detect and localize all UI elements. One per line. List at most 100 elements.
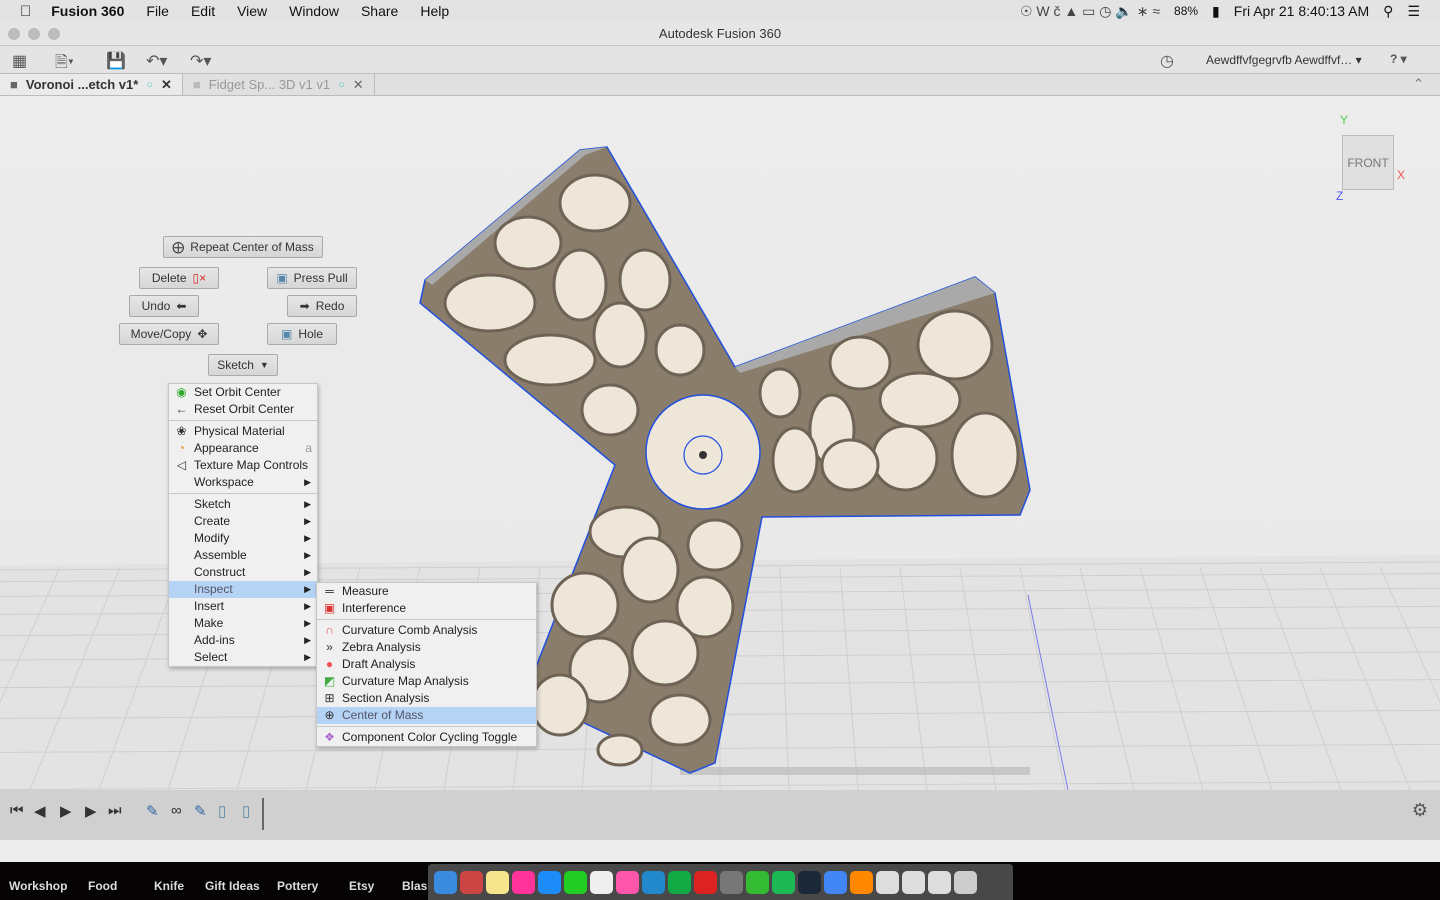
menu-window[interactable]: Window [289,3,339,19]
timeline-extrude-feature-icon[interactable]: ▯ [242,802,250,820]
view-cube[interactable]: FRONT [1342,135,1394,190]
dock-facetime-icon[interactable] [564,870,587,894]
apple-icon[interactable]:  [20,3,31,20]
menu-item-curvature-map-analysis[interactable]: ◩ Curvature Map Analysis [317,673,536,690]
redo-button[interactable]: ➡ Redo [287,295,357,317]
zoom-window-button[interactable] [48,28,60,40]
menu-item-draft-analysis[interactable]: ● Draft Analysis [317,656,536,673]
timeline-link-feature-icon[interactable]: ∞ [171,802,182,819]
menu-item-construct[interactable]: Construct ▶ [169,564,317,581]
help-menu[interactable]: ? ▾ [1390,52,1407,66]
minimize-window-button[interactable] [28,28,40,40]
redo-icon[interactable]: ↷▾ [190,51,211,71]
dock-word-icon[interactable] [642,870,665,894]
dock-app-store-icon[interactable] [538,870,561,894]
dock-trash-icon[interactable] [954,870,977,894]
bookmark-gift-ideas[interactable]: Gift Ideas [205,879,260,893]
menu-item-set-orbit-center[interactable]: ◉ Set Orbit Center [169,384,317,401]
menu-app[interactable]: Fusion 360 [51,3,124,19]
menu-item-make[interactable]: Make ▶ [169,615,317,632]
menu-item-add-ins[interactable]: Add-ins ▶ [169,632,317,649]
repeat-center-of-mass-button[interactable]: ⨁ Repeat Center of Mass [163,236,323,258]
status-icons[interactable]: ☉ W č ▲ ▭ ◷ 🔈 ∗ ≈ [1020,3,1160,20]
menu-share[interactable]: Share [361,3,398,19]
bookmark-pottery[interactable]: Pottery [277,879,318,893]
menu-item-modify[interactable]: Modify ▶ [169,530,317,547]
dock-system-preferences-icon[interactable] [720,870,743,894]
menu-item-physical-material[interactable]: ❀ Physical Material [169,423,317,440]
go-to-end-icon[interactable]: ⏭ [108,802,122,819]
tab-voronoi[interactable]: ■ Voronoi ...etch v1* ○ ✕ [0,74,183,95]
job-status-clock-icon[interactable]: ◷ [1160,51,1174,71]
dock-document-icon[interactable] [876,870,899,894]
menu-help[interactable]: Help [420,3,449,19]
menu-item-appearance[interactable]: ◔ Appearance a [169,440,317,457]
undo-icon[interactable]: ↶▾ [146,51,167,71]
save-icon[interactable]: 💾 [106,51,126,71]
move-copy-button[interactable]: Move/Copy ✥ [119,323,219,345]
bookmark-food[interactable]: Food [88,879,117,893]
dock-finder-icon[interactable] [434,870,457,894]
dock-evernote-icon[interactable] [746,870,769,894]
dock-chrome-window-icon[interactable] [928,870,951,894]
clock[interactable]: Fri Apr 21 8:40:13 AM [1234,3,1369,19]
step-forward-icon[interactable]: ▶ [85,802,97,820]
user-account-menu[interactable]: Aewdffvfgegrvfb Aewdffvf… ▾ [1206,53,1362,67]
hole-button[interactable]: ▣ Hole [267,323,337,345]
dock-imovie-icon[interactable] [590,870,613,894]
close-tab-icon[interactable]: ✕ [161,77,172,93]
menu-item-zebra-analysis[interactable]: » Zebra Analysis [317,639,536,656]
menu-item-assemble[interactable]: Assemble ▶ [169,547,317,564]
3d-viewport[interactable]: FRONT Y X Z ⨁ Repeat Center of Mass Delet… [0,75,1440,790]
menu-item-inspect[interactable]: Inspect ▶ [169,581,317,598]
data-panel-grid-icon[interactable]: ▦ [12,51,27,71]
dock-photo-booth-icon[interactable] [460,870,483,894]
menu-item-create[interactable]: Create ▶ [169,513,317,530]
notification-center-icon[interactable]: ☰ [1407,3,1420,20]
dock-fusion-360-icon[interactable] [850,870,873,894]
menu-item-component-color-cycling-toggle[interactable]: ❖ Component Color Cycling Toggle [317,729,536,746]
dock-excel-icon[interactable] [668,870,691,894]
menu-item-insert[interactable]: Insert ▶ [169,598,317,615]
play-icon[interactable]: ▶ [60,802,72,820]
dock-chrome-icon[interactable] [824,870,847,894]
bookmark-workshop[interactable]: Workshop [9,879,67,893]
undo-button[interactable]: Undo ⬅ [129,295,199,317]
close-tab-icon[interactable]: ✕ [353,77,364,93]
dock-photos-icon[interactable] [512,870,535,894]
menu-item-interference[interactable]: ▣ Interference [317,600,536,617]
collapse-toolbar-icon[interactable]: ⌃ [1413,76,1424,92]
view-cube-front[interactable]: FRONT [1347,156,1388,170]
press-pull-button[interactable]: ▣ Press Pull [267,267,357,289]
menu-file[interactable]: File [146,3,169,19]
timeline-settings-gear-icon[interactable]: ⚙ [1412,800,1428,821]
tab-fidget-spinner[interactable]: ■ Fidget Sp... 3D v1 v1 ○ ✕ [183,74,375,95]
bookmark-etsy[interactable]: Etsy [349,879,374,893]
menu-item-workspace[interactable]: Workspace ▶ [169,474,317,491]
menu-item-center-of-mass[interactable]: ⊕ Center of Mass [317,707,536,724]
bookmark-knife[interactable]: Knife [154,879,184,893]
menu-item-measure[interactable]: ═ Measure [317,583,536,600]
timeline-marker[interactable] [262,798,264,830]
dock-powerpoint-icon[interactable] [694,870,717,894]
menu-item-sketch[interactable]: Sketch ▶ [169,496,317,513]
menu-edit[interactable]: Edit [191,3,215,19]
menu-view[interactable]: View [237,3,267,19]
dock-steam-icon[interactable] [798,870,821,894]
menu-item-texture-map-controls[interactable]: ◁ Texture Map Controls [169,457,317,474]
dock-spotify-icon[interactable] [772,870,795,894]
sketch-dropdown-button[interactable]: Sketch ▼ [208,354,278,376]
timeline-extrude-feature-icon[interactable]: ▯ [218,802,226,820]
dock-chrome-window-icon[interactable] [902,870,925,894]
bookmark-blas[interactable]: Blas [402,879,427,893]
menu-item-reset-orbit-center[interactable]: ← Reset Orbit Center [169,401,317,418]
timeline-sketch-feature-icon[interactable]: ✎ [194,802,207,820]
menu-item-select[interactable]: Select ▶ [169,649,317,666]
go-to-start-icon[interactable]: ⏮ [10,802,24,819]
delete-button[interactable]: Delete ▯× [139,267,219,289]
menu-item-curvature-comb-analysis[interactable]: ∩ Curvature Comb Analysis [317,622,536,639]
step-back-icon[interactable]: ◀ [34,802,46,820]
timeline-sketch-feature-icon[interactable]: ✎ [146,802,159,820]
battery-icon[interactable]: ▮ [1212,3,1220,20]
dock-notes-icon[interactable] [486,870,509,894]
